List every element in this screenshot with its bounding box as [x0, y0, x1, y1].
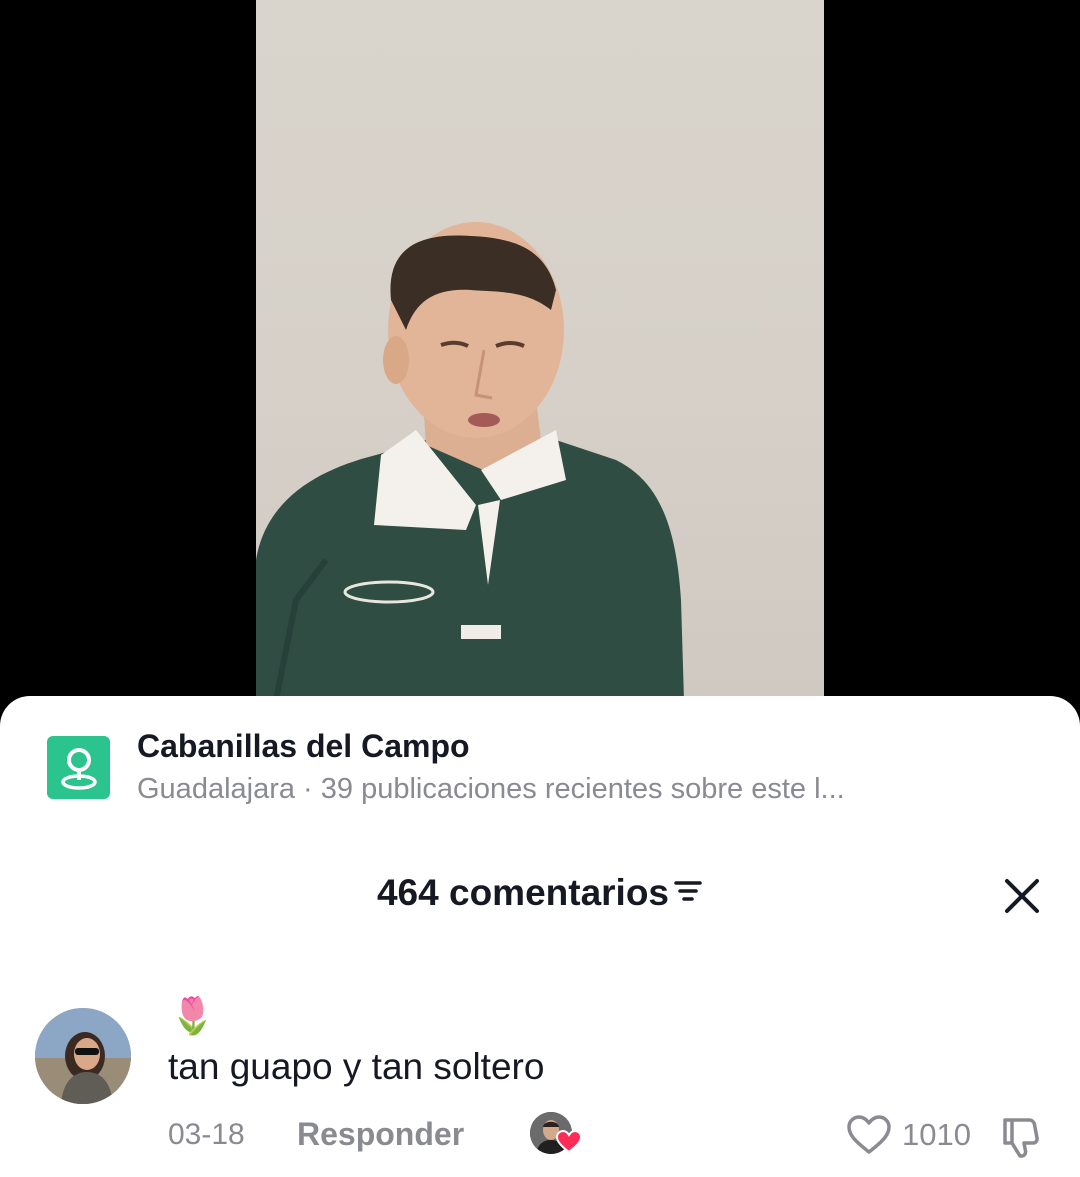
comment-count: 464 comentarios: [376, 872, 670, 913]
dislike-button[interactable]: [999, 1114, 1045, 1165]
thumbs-down-icon: [1003, 1118, 1039, 1158]
like-button[interactable]: 1010: [846, 1114, 971, 1156]
location-title[interactable]: Cabanillas del Campo: [137, 728, 470, 765]
close-button[interactable]: [996, 870, 1048, 922]
video-frame[interactable]: [256, 0, 824, 700]
creator-liked-badge: [530, 1112, 582, 1156]
close-icon: [1005, 879, 1039, 913]
heart-filled-icon: [556, 1130, 582, 1154]
comment-emoji: 🌷: [170, 995, 215, 1036]
comment-date: 03-18: [168, 1118, 245, 1151]
filter-lines-icon[interactable]: [673, 878, 703, 909]
location-pin-icon[interactable]: [47, 736, 110, 799]
comments-sheet: [0, 696, 1080, 1177]
heart-outline-icon: [847, 1115, 891, 1154]
reply-button[interactable]: Responder: [297, 1116, 464, 1153]
commenter-avatar[interactable]: [35, 1008, 131, 1104]
comments-header: 464 comentarios: [0, 872, 1080, 914]
like-count: 1010: [902, 1117, 971, 1152]
comment-text: tan guapo y tan soltero: [168, 1046, 545, 1087]
video-player[interactable]: [0, 0, 1080, 700]
location-subtitle[interactable]: Guadalajara · 39 publicaciones recientes…: [137, 773, 845, 806]
